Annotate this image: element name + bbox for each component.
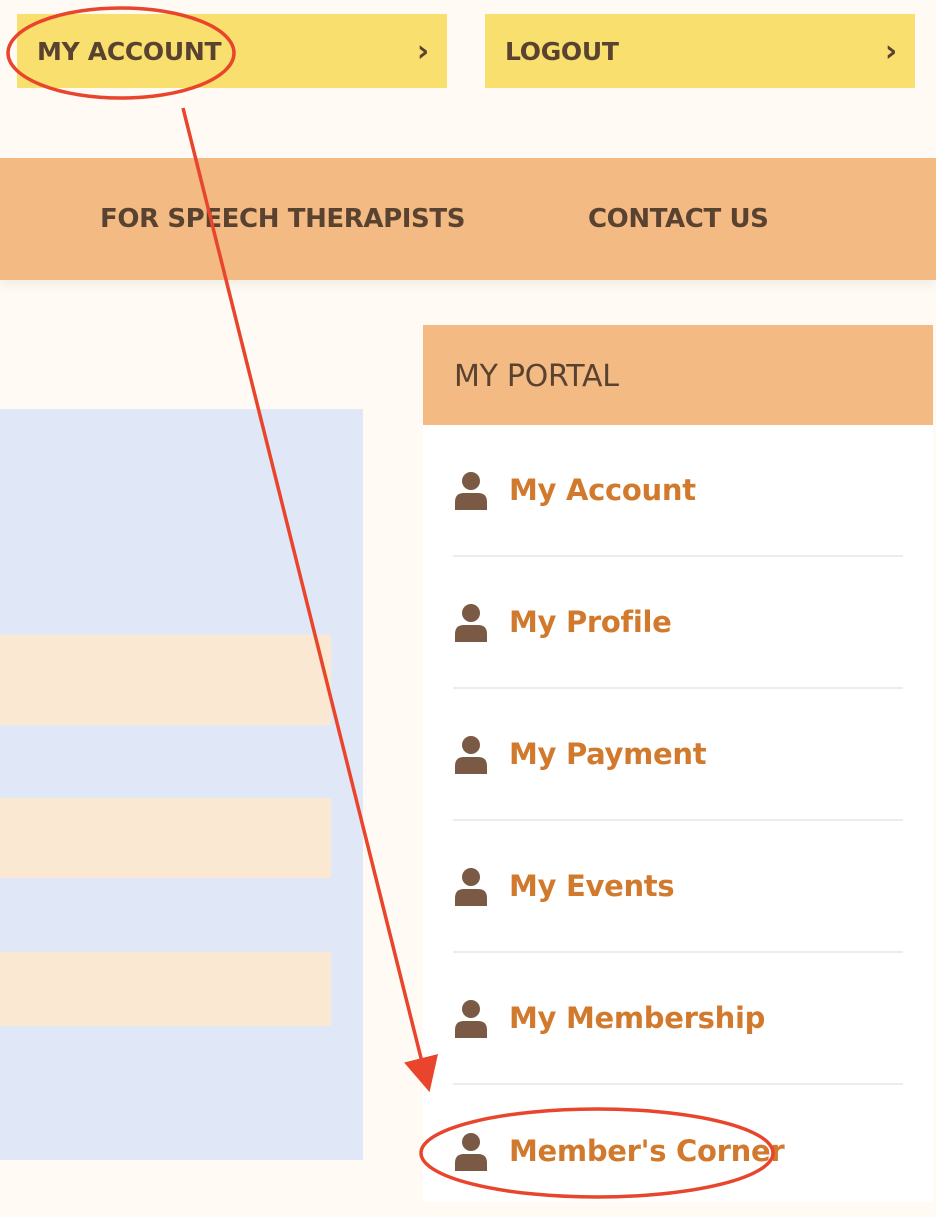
portal-title: MY PORTAL (423, 325, 933, 425)
logout-label: LOGOUT (505, 36, 619, 66)
content-bar (0, 952, 331, 1026)
portal-menu: My Account My Profile My Payment My Even… (453, 425, 903, 1217)
content-bar (0, 798, 331, 878)
portal-item-label: Member's Corner (509, 1134, 785, 1168)
chevron-right-icon: › (416, 33, 429, 69)
user-icon (453, 470, 489, 510)
portal-item-my-account[interactable]: My Account (453, 425, 903, 557)
logout-button[interactable]: LOGOUT › (485, 14, 915, 88)
portal-item-label: My Membership (509, 1001, 766, 1035)
nav-link-speech-therapists[interactable]: FOR SPEECH THERAPISTS (100, 158, 465, 280)
portal-item-my-events[interactable]: My Events (453, 821, 903, 953)
portal-item-members-corner[interactable]: Member's Corner (453, 1085, 903, 1217)
content-panel (0, 409, 363, 1160)
user-icon (453, 602, 489, 642)
nav-link-contact-us[interactable]: CONTACT US (588, 158, 769, 280)
user-icon (453, 866, 489, 906)
chevron-right-icon: › (884, 33, 897, 69)
user-icon (453, 1131, 489, 1171)
content-bar (0, 635, 331, 725)
portal-item-my-payment[interactable]: My Payment (453, 689, 903, 821)
my-account-label: MY ACCOUNT (37, 36, 222, 66)
my-portal-sidebar: MY PORTAL My Account My Profile My Payme… (423, 325, 933, 1202)
user-icon (453, 734, 489, 774)
user-icon (453, 998, 489, 1038)
portal-item-label: My Account (509, 473, 696, 507)
portal-item-label: My Events (509, 869, 675, 903)
main-nav: FOR SPEECH THERAPISTS CONTACT US (0, 158, 936, 280)
portal-item-label: My Payment (509, 737, 707, 771)
portal-item-my-membership[interactable]: My Membership (453, 953, 903, 1085)
portal-item-my-profile[interactable]: My Profile (453, 557, 903, 689)
my-account-button[interactable]: MY ACCOUNT › (17, 14, 447, 88)
portal-item-label: My Profile (509, 605, 672, 639)
